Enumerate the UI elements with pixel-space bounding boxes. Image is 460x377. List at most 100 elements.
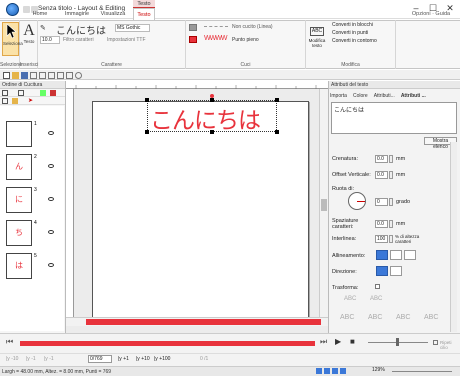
visibility-eye-icon[interactable]: [48, 230, 54, 234]
align-right-button[interactable]: [404, 250, 416, 260]
align-center-button[interactable]: [390, 250, 402, 260]
transform-sample-1[interactable]: ABC: [344, 296, 356, 302]
fill-color-swatch[interactable]: [189, 36, 197, 43]
font-size-input[interactable]: 10.0: [40, 36, 60, 44]
ttf-settings-button[interactable]: Impostazioni TTF: [107, 37, 146, 43]
quick-access-save-icon[interactable]: [23, 6, 30, 13]
text-input-field[interactable]: こんにちは: [56, 22, 106, 37]
transform-sample-4[interactable]: ABC: [368, 314, 382, 321]
view-mode-1-icon[interactable]: [316, 368, 322, 374]
line-stitch-type[interactable]: Non cucito (Linea): [232, 24, 273, 30]
stitch-order-thumbnail[interactable]: ん: [6, 154, 32, 180]
rotation-dial[interactable]: [348, 192, 366, 210]
cut-icon[interactable]: [30, 72, 37, 79]
step-minus-1b-button[interactable]: |y -1: [44, 356, 54, 362]
transform-sample-2[interactable]: ABC: [370, 296, 382, 302]
new-file-icon[interactable]: [3, 72, 10, 79]
stitch-counter[interactable]: 0/769: [88, 355, 112, 363]
tab-colore[interactable]: Colore: [353, 93, 368, 99]
visibility-eye-icon[interactable]: [48, 164, 54, 168]
step-minus-10-button[interactable]: |y -10: [6, 356, 18, 362]
char-filter-button[interactable]: Filtro caratteri: [63, 37, 94, 43]
convert-outline-button[interactable]: Converti in contorno: [332, 38, 377, 44]
vertical-scrollbar[interactable]: [319, 89, 328, 317]
convert-blocks-button[interactable]: Converti in blocchi: [332, 22, 373, 28]
resize-handle-bl[interactable]: [145, 130, 149, 134]
vertical-scroll-thumb[interactable]: [321, 199, 327, 211]
tab-attributi-1[interactable]: Attributi...: [374, 93, 395, 99]
stitch-order-thumbnail[interactable]: は: [6, 253, 32, 279]
save-icon[interactable]: [21, 72, 28, 79]
step-plus-1-button[interactable]: |y +1: [118, 356, 129, 362]
zoom-slider[interactable]: [392, 371, 452, 372]
tab-importa[interactable]: Importa: [330, 93, 347, 99]
help-icon[interactable]: [75, 72, 82, 79]
transform-sample-3[interactable]: ABC: [340, 314, 354, 321]
stitch-order-thumbnail[interactable]: [6, 121, 32, 147]
tab-immagine[interactable]: Immagine: [62, 8, 92, 20]
line-spacing-spinner[interactable]: [389, 235, 393, 243]
move-down-icon[interactable]: [50, 90, 56, 96]
rotation-spinner[interactable]: [389, 198, 393, 206]
edit-text-button[interactable]: Modifica testo: [306, 38, 328, 48]
app-menu-icon[interactable]: [6, 3, 19, 16]
repeat-checkbox[interactable]: [433, 340, 438, 345]
vertical-offset-input[interactable]: 0.0: [375, 171, 388, 179]
move-up-icon[interactable]: [40, 90, 46, 96]
step-minus-1-button[interactable]: |y -1: [26, 356, 36, 362]
group-icon[interactable]: [18, 90, 24, 96]
pointer-icon[interactable]: ➤: [28, 97, 33, 104]
paste-icon[interactable]: [48, 72, 55, 79]
resize-handle-br[interactable]: [275, 130, 279, 134]
rotation-input[interactable]: 0: [375, 198, 388, 206]
view-eye-icon[interactable]: [2, 98, 8, 104]
char-spacing-spinner[interactable]: [389, 220, 393, 228]
transform-checkbox[interactable]: [375, 284, 380, 289]
convert-stitches-button[interactable]: Converti in punti: [332, 30, 368, 36]
rotate-handle[interactable]: [210, 94, 214, 98]
copy-icon[interactable]: [39, 72, 46, 79]
horizontal-scroll-thumb[interactable]: [86, 319, 321, 325]
speed-slider-thumb[interactable]: [396, 338, 399, 346]
font-select[interactable]: MS Gothic: [115, 24, 150, 32]
stitch-order-thumbnail[interactable]: に: [6, 187, 32, 213]
transform-sample-5[interactable]: ABC: [396, 314, 410, 321]
transform-sample-6[interactable]: ABC: [424, 314, 438, 321]
attributes-scrollbar[interactable]: [450, 142, 457, 332]
options-guide-links[interactable]: Opzioni · Guida: [405, 8, 457, 20]
line-spacing-input[interactable]: 100: [375, 235, 388, 243]
tab-home[interactable]: Home: [30, 8, 50, 20]
go-end-icon[interactable]: ⏭: [320, 337, 327, 347]
sort-icon[interactable]: [2, 90, 8, 96]
fill-stitch-type[interactable]: Punto pieno: [232, 37, 259, 43]
step-plus-100-button[interactable]: |y +100: [154, 356, 170, 362]
play-icon[interactable]: ▶: [335, 337, 341, 346]
view-mode-4-icon[interactable]: [340, 368, 346, 374]
vertical-offset-spinner[interactable]: [389, 171, 393, 179]
stop-icon[interactable]: ■: [350, 337, 355, 346]
go-start-icon[interactable]: ⏮: [6, 337, 13, 347]
line-color-swatch[interactable]: [189, 24, 197, 31]
kerning-input[interactable]: 0.0: [375, 155, 388, 163]
text-tool-button[interactable]: A Testo: [21, 22, 37, 56]
visibility-eye-icon[interactable]: [48, 197, 54, 201]
zoom-level[interactable]: 129%: [372, 367, 385, 373]
align-left-button[interactable]: [376, 250, 388, 260]
direction-vertical-button[interactable]: [390, 266, 402, 276]
text-edit-box[interactable]: こんにちは: [331, 102, 457, 134]
tab-attributi-2[interactable]: Attributi ...: [401, 93, 426, 99]
undo-icon[interactable]: [57, 72, 64, 79]
visibility-eye-icon[interactable]: [48, 131, 54, 135]
view-mode-2-icon[interactable]: [324, 368, 330, 374]
visibility-eye-icon[interactable]: [48, 263, 54, 267]
view-mode-3-icon[interactable]: [332, 368, 338, 374]
tab-testo[interactable]: Testo: [133, 8, 155, 20]
open-file-icon[interactable]: [12, 72, 19, 79]
step-plus-10-button[interactable]: |y +10: [136, 356, 150, 362]
char-spacing-input[interactable]: 0.0: [375, 220, 388, 228]
tab-visualizza[interactable]: Visualizza: [98, 8, 128, 20]
kerning-spinner[interactable]: [389, 155, 393, 163]
redo-icon[interactable]: [66, 72, 73, 79]
direction-horizontal-button[interactable]: [376, 266, 388, 276]
resize-handle-tl[interactable]: [145, 98, 149, 102]
